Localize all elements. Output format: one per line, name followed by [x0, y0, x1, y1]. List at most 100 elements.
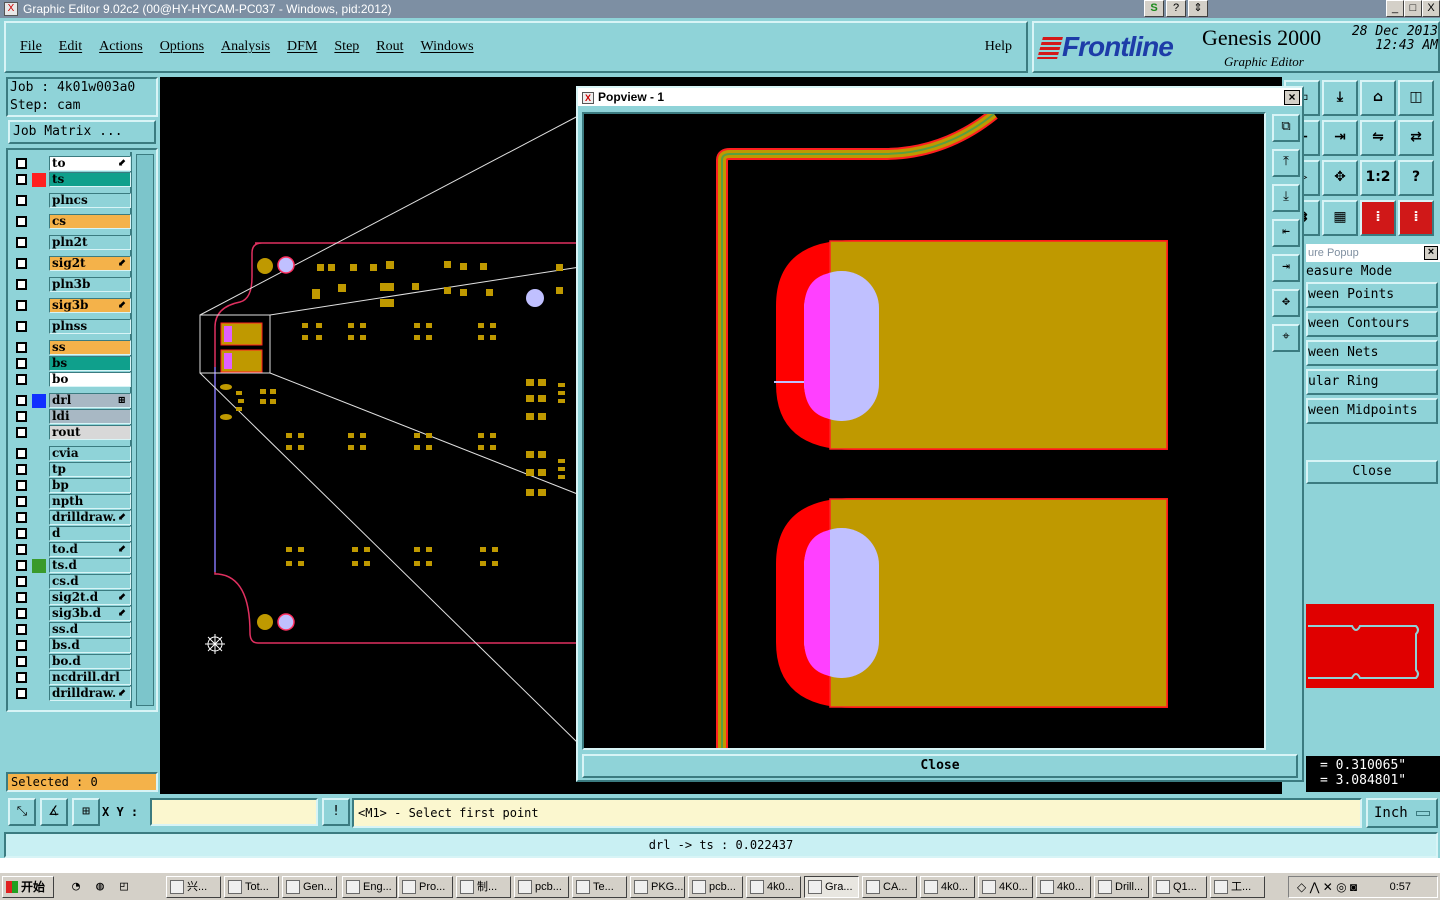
menu-actions[interactable]: Actions	[99, 39, 143, 55]
layer-checkbox[interactable]	[16, 300, 27, 311]
layer-checkbox[interactable]	[16, 576, 27, 587]
popview-titlebar[interactable]: X Popview - 1 ×	[578, 88, 1302, 108]
layer-color-swatch[interactable]	[32, 157, 46, 171]
layer-name[interactable]: ts.d	[49, 558, 131, 573]
layer-name[interactable]: ncdrill.drl	[49, 670, 131, 685]
layer-color-swatch[interactable]	[32, 575, 46, 589]
taskbar-task[interactable]: CA...	[862, 876, 917, 898]
layer-row[interactable]: plncs	[12, 193, 132, 208]
layer-name[interactable]: drilldraw. ⬋	[49, 510, 131, 525]
layer-color-swatch[interactable]	[32, 357, 46, 371]
split-icon[interactable]: ◫	[1398, 80, 1434, 116]
layer-checkbox[interactable]	[16, 174, 27, 185]
layer-checkbox[interactable]	[16, 358, 27, 369]
popview-canvas[interactable]	[582, 112, 1266, 750]
layer-color-swatch[interactable]	[32, 687, 46, 701]
grid-snap-icon[interactable]: ⊞	[72, 798, 100, 826]
layer-name[interactable]: bs.d	[49, 638, 131, 653]
layer-name[interactable]: ts	[49, 172, 131, 187]
layer-a-icon[interactable]: ⁞	[1360, 200, 1396, 236]
layer-name[interactable]: cs	[49, 214, 131, 229]
popview-close-button[interactable]: Close	[582, 754, 1298, 778]
layer-color-swatch[interactable]	[32, 591, 46, 605]
layer-color-swatch[interactable]	[32, 447, 46, 461]
zoom-top-icon[interactable]: ⤒	[1272, 149, 1300, 177]
layer-checkbox[interactable]	[16, 560, 27, 571]
measure-close-icon[interactable]: ×	[1424, 246, 1438, 260]
layer-row[interactable]: bs.d	[12, 638, 132, 653]
tray-icons[interactable]: ◇ ⋀ ✕ ◎ ◙	[1297, 880, 1357, 894]
unit-selector[interactable]: Inch	[1366, 798, 1438, 828]
menu-dfm[interactable]: DFM	[287, 39, 317, 55]
menu-edit[interactable]: Edit	[59, 39, 82, 55]
job-matrix-button[interactable]: Job Matrix ...	[8, 120, 156, 144]
layer-name[interactable]: sig2t ⬋	[49, 256, 131, 271]
grid-icon[interactable]: ▦	[1322, 200, 1358, 236]
layer-name[interactable]: rout	[49, 425, 131, 440]
layer-color-swatch[interactable]	[32, 426, 46, 440]
layer-row[interactable]: drl ⊞	[12, 393, 132, 408]
layer-row[interactable]: bo.d	[12, 654, 132, 669]
layer-row[interactable]: rout	[12, 425, 132, 440]
minimize-button[interactable]: _	[1386, 0, 1404, 17]
measure-between-contours-button[interactable]: ween Contours	[1306, 311, 1438, 337]
taskbar-task[interactable]: 4k0...	[746, 876, 801, 898]
layer-checkbox[interactable]	[16, 321, 27, 332]
layer-checkbox[interactable]	[16, 544, 27, 555]
layer-checkbox[interactable]	[16, 258, 27, 269]
zoom-left-icon[interactable]: ⇤	[1272, 219, 1300, 247]
layer-checkbox[interactable]	[16, 528, 27, 539]
layer-color-swatch[interactable]	[32, 511, 46, 525]
layer-color-swatch[interactable]	[32, 479, 46, 493]
layer-checkbox[interactable]	[16, 464, 27, 475]
layer-name[interactable]: cvia	[49, 446, 131, 461]
layer-color-swatch[interactable]	[32, 257, 46, 271]
layer-name[interactable]: bp	[49, 478, 131, 493]
layer-color-swatch[interactable]	[32, 194, 46, 208]
measure-between-nets-button[interactable]: ween Nets	[1306, 340, 1438, 366]
layer-checkbox[interactable]	[16, 448, 27, 459]
start-button[interactable]: 开始	[2, 876, 54, 898]
layer-row[interactable]: sig3b.d ⬋	[12, 606, 132, 621]
layer-scrollbar[interactable]	[136, 154, 154, 706]
layer-name[interactable]: bo.d	[49, 654, 131, 669]
zoom-bottom-icon[interactable]: ⤓	[1272, 184, 1300, 212]
layer-color-swatch[interactable]	[32, 173, 46, 187]
layer-checkbox[interactable]	[16, 688, 27, 699]
layer-color-swatch[interactable]	[32, 236, 46, 250]
layer-row[interactable]: plnss	[12, 319, 132, 334]
layer-name[interactable]: sig2t.d ⬋	[49, 590, 131, 605]
layer-checkbox[interactable]	[16, 480, 27, 491]
maximize-button[interactable]: □	[1404, 0, 1422, 17]
measure-annular-ring-button[interactable]: ular Ring	[1306, 369, 1438, 395]
layer-color-swatch[interactable]	[32, 394, 46, 408]
layer-row[interactable]: sig3b ⬋	[12, 298, 132, 313]
menu-help[interactable]: Help	[985, 39, 1012, 55]
zoom-right-icon[interactable]: ⇥	[1322, 120, 1358, 156]
taskbar-task[interactable]: 工...	[1210, 876, 1265, 898]
popview-close-icon[interactable]: ×	[1284, 90, 1300, 105]
layer-color-swatch[interactable]	[32, 341, 46, 355]
quicklaunch-icon[interactable]: ◰	[116, 879, 132, 895]
layer-name[interactable]: to ⬋	[49, 156, 131, 171]
layer-name[interactable]: sig3b ⬋	[49, 298, 131, 313]
layer-row[interactable]: ts.d	[12, 558, 132, 573]
layer-color-swatch[interactable]	[32, 463, 46, 477]
clock[interactable]: 0:57	[1390, 881, 1411, 893]
layer-name[interactable]: bo	[49, 372, 131, 387]
layer-checkbox[interactable]	[16, 592, 27, 603]
taskbar-task[interactable]: 兴...	[166, 876, 221, 898]
layer-checkbox[interactable]	[16, 237, 27, 248]
layer-name[interactable]: drilldraw. ⬋	[49, 686, 131, 701]
taskbar-task[interactable]: 4k0...	[920, 876, 975, 898]
measure-close-button[interactable]: Close	[1306, 460, 1438, 484]
layer-row[interactable]: cvia	[12, 446, 132, 461]
menu-rout[interactable]: Rout	[376, 39, 403, 55]
layer-name[interactable]: ss.d	[49, 622, 131, 637]
angle-icon[interactable]: ∡	[40, 798, 68, 826]
layer-row[interactable]: sig2t.d ⬋	[12, 590, 132, 605]
taskbar-task[interactable]: Te...	[572, 876, 627, 898]
layer-name[interactable]: cs.d	[49, 574, 131, 589]
layer-row[interactable]: ss	[12, 340, 132, 355]
taskbar-task[interactable]: Pro...	[398, 876, 453, 898]
